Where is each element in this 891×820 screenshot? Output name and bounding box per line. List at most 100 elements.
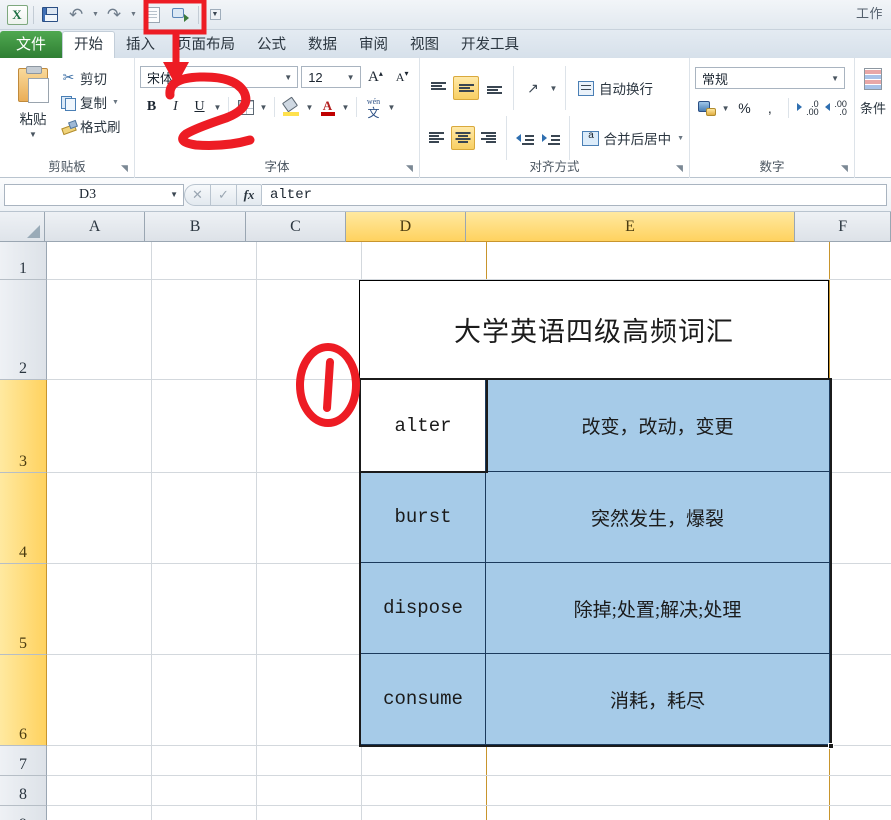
chevron-down-icon[interactable]: ▼ (112, 99, 119, 106)
column-header-c[interactable]: C (245, 212, 347, 242)
cell-area[interactable]: 大学英语四级高频词汇 alter 改变，改动，变更 burst 突然发生，爆裂 … (47, 242, 891, 820)
orientation-dropdown-icon[interactable]: ▼ (548, 84, 559, 93)
tab-insert[interactable]: 插入 (115, 32, 166, 59)
number-dialog-launcher-icon[interactable]: ◥ (839, 163, 850, 174)
font-color-dropdown-icon[interactable]: ▼ (340, 103, 351, 112)
grow-font-button[interactable]: A ▴ (364, 66, 388, 88)
redo-dropdown-icon[interactable]: ▼ (127, 3, 139, 27)
align-bottom-button[interactable] (481, 76, 507, 100)
tab-review[interactable]: 审阅 (348, 32, 399, 59)
meaning-cell-0[interactable]: 改变，改动，变更 (485, 379, 830, 472)
format-painter-button[interactable]: 格式刷 (61, 114, 129, 138)
row-header-9[interactable]: 9 (0, 806, 47, 820)
column-header-d[interactable]: D (346, 212, 466, 242)
font-name-combo[interactable]: 宋体 ▼ (140, 66, 299, 88)
tab-page-layout[interactable]: 页面布局 (166, 32, 246, 59)
column-header-a[interactable]: A (44, 212, 146, 242)
bold-button[interactable]: B (140, 96, 163, 118)
tab-view[interactable]: 视图 (399, 32, 450, 59)
column-header-b[interactable]: B (145, 212, 246, 242)
phonetic-guide-button[interactable]: wén 文 (362, 96, 385, 120)
draw-arrow-icon[interactable] (165, 3, 195, 27)
customize-qat-icon[interactable]: ▼ (202, 3, 228, 27)
underline-button[interactable]: U (188, 96, 211, 118)
number-format-combo[interactable]: 常规 ▼ (695, 67, 845, 89)
column-header-f[interactable]: F (795, 212, 891, 242)
table-title-cell[interactable]: 大学英语四级高频词汇 (359, 280, 829, 379)
tab-home[interactable]: 开始 (62, 31, 116, 59)
font-dialog-launcher-icon[interactable]: ◥ (404, 163, 415, 174)
row-header-7[interactable]: 7 (0, 746, 47, 776)
select-all-button[interactable] (0, 212, 45, 242)
column-header-e[interactable]: E (465, 212, 796, 242)
align-left-button[interactable] (425, 126, 449, 150)
borders-button[interactable] (234, 96, 257, 118)
insert-function-button[interactable]: fx (236, 183, 262, 206)
percent-style-button[interactable]: % (733, 97, 756, 119)
tab-data[interactable]: 数据 (297, 32, 348, 59)
phonetic-dropdown-icon[interactable]: ▼ (386, 103, 397, 112)
align-middle-button[interactable] (453, 76, 479, 100)
conditional-formatting-icon[interactable] (864, 68, 882, 90)
word-cell-1[interactable]: burst (360, 471, 486, 563)
row-header-1[interactable]: 1 (0, 242, 47, 280)
print-preview-icon[interactable] (139, 3, 165, 27)
chevron-down-icon[interactable]: ▼ (344, 73, 358, 82)
align-center-button[interactable] (450, 126, 475, 150)
fill-handle[interactable] (828, 743, 834, 749)
name-box[interactable]: D3 ▼ (4, 183, 184, 206)
tab-developer[interactable]: 开发工具 (450, 32, 530, 59)
underline-dropdown-icon[interactable]: ▼ (212, 103, 223, 112)
row-header-3[interactable]: 3 (0, 380, 47, 473)
save-icon[interactable] (37, 3, 63, 27)
row-header-4[interactable]: 4 (0, 473, 47, 564)
chevron-down-icon[interactable]: ▼ (828, 74, 842, 83)
font-color-button[interactable]: A (316, 96, 339, 118)
row-header-2[interactable]: 2 (0, 280, 47, 380)
orientation-button[interactable]: ↗ (520, 76, 546, 100)
italic-button[interactable]: I (164, 96, 187, 118)
tab-file[interactable]: 文件 (0, 31, 63, 59)
wrap-text-button[interactable]: 自动换行 (572, 78, 653, 98)
fill-color-dropdown-icon[interactable]: ▼ (304, 103, 315, 112)
align-top-button[interactable] (425, 76, 451, 100)
redo-icon[interactable]: ↷ (101, 3, 127, 27)
shrink-font-button[interactable]: A ▾ (390, 66, 414, 88)
tab-formulas[interactable]: 公式 (246, 32, 297, 59)
excel-logo-icon[interactable]: X (4, 3, 30, 27)
fill-color-button[interactable] (280, 96, 303, 118)
formula-input[interactable]: alter (262, 183, 887, 206)
cancel-entry-button[interactable]: ✕ (184, 183, 210, 206)
undo-dropdown-icon[interactable]: ▼ (89, 3, 101, 27)
word-cell-3[interactable]: consume (360, 653, 486, 745)
word-cell-0[interactable]: alter (360, 379, 486, 472)
word-cell-2[interactable]: dispose (360, 562, 486, 654)
alignment-dialog-launcher-icon[interactable]: ◥ (674, 163, 685, 174)
row-header-5[interactable]: 5 (0, 564, 47, 655)
increase-decimal-button[interactable]: .0.00 (795, 97, 821, 119)
chevron-down-icon[interactable]: ▼ (29, 130, 37, 139)
undo-icon[interactable]: ↷ (63, 3, 89, 27)
row-header-8[interactable]: 8 (0, 776, 47, 806)
chevron-down-icon[interactable]: ▼ (170, 190, 183, 199)
enter-entry-button[interactable]: ✓ (210, 183, 236, 206)
chevron-down-icon[interactable]: ▼ (677, 135, 684, 142)
align-right-button[interactable] (477, 126, 501, 150)
meaning-cell-2[interactable]: 除掉;处置;解决;处理 (485, 562, 830, 654)
font-size-combo[interactable]: 12 ▼ (301, 66, 361, 88)
accounting-dropdown-icon[interactable]: ▼ (720, 104, 730, 113)
comma-style-button[interactable]: , (758, 97, 781, 119)
increase-indent-button[interactable] (539, 126, 563, 150)
meaning-cell-1[interactable]: 突然发生，爆裂 (485, 471, 830, 563)
chevron-down-icon[interactable]: ▼ (281, 73, 295, 82)
cut-button[interactable]: ✂ 剪切 (61, 66, 129, 90)
clipboard-dialog-launcher-icon[interactable]: ◥ (119, 163, 130, 174)
borders-dropdown-icon[interactable]: ▼ (258, 103, 269, 112)
copy-button[interactable]: 复制 ▼ (61, 90, 129, 114)
meaning-cell-3[interactable]: 消耗，耗尽 (485, 653, 830, 745)
decrease-decimal-button[interactable]: .00.0 (823, 97, 849, 119)
accounting-format-button[interactable] (695, 97, 718, 119)
decrease-indent-button[interactable] (513, 126, 537, 150)
merge-center-button[interactable]: 合并后居中 ▼ (576, 128, 684, 148)
row-header-6[interactable]: 6 (0, 655, 47, 746)
